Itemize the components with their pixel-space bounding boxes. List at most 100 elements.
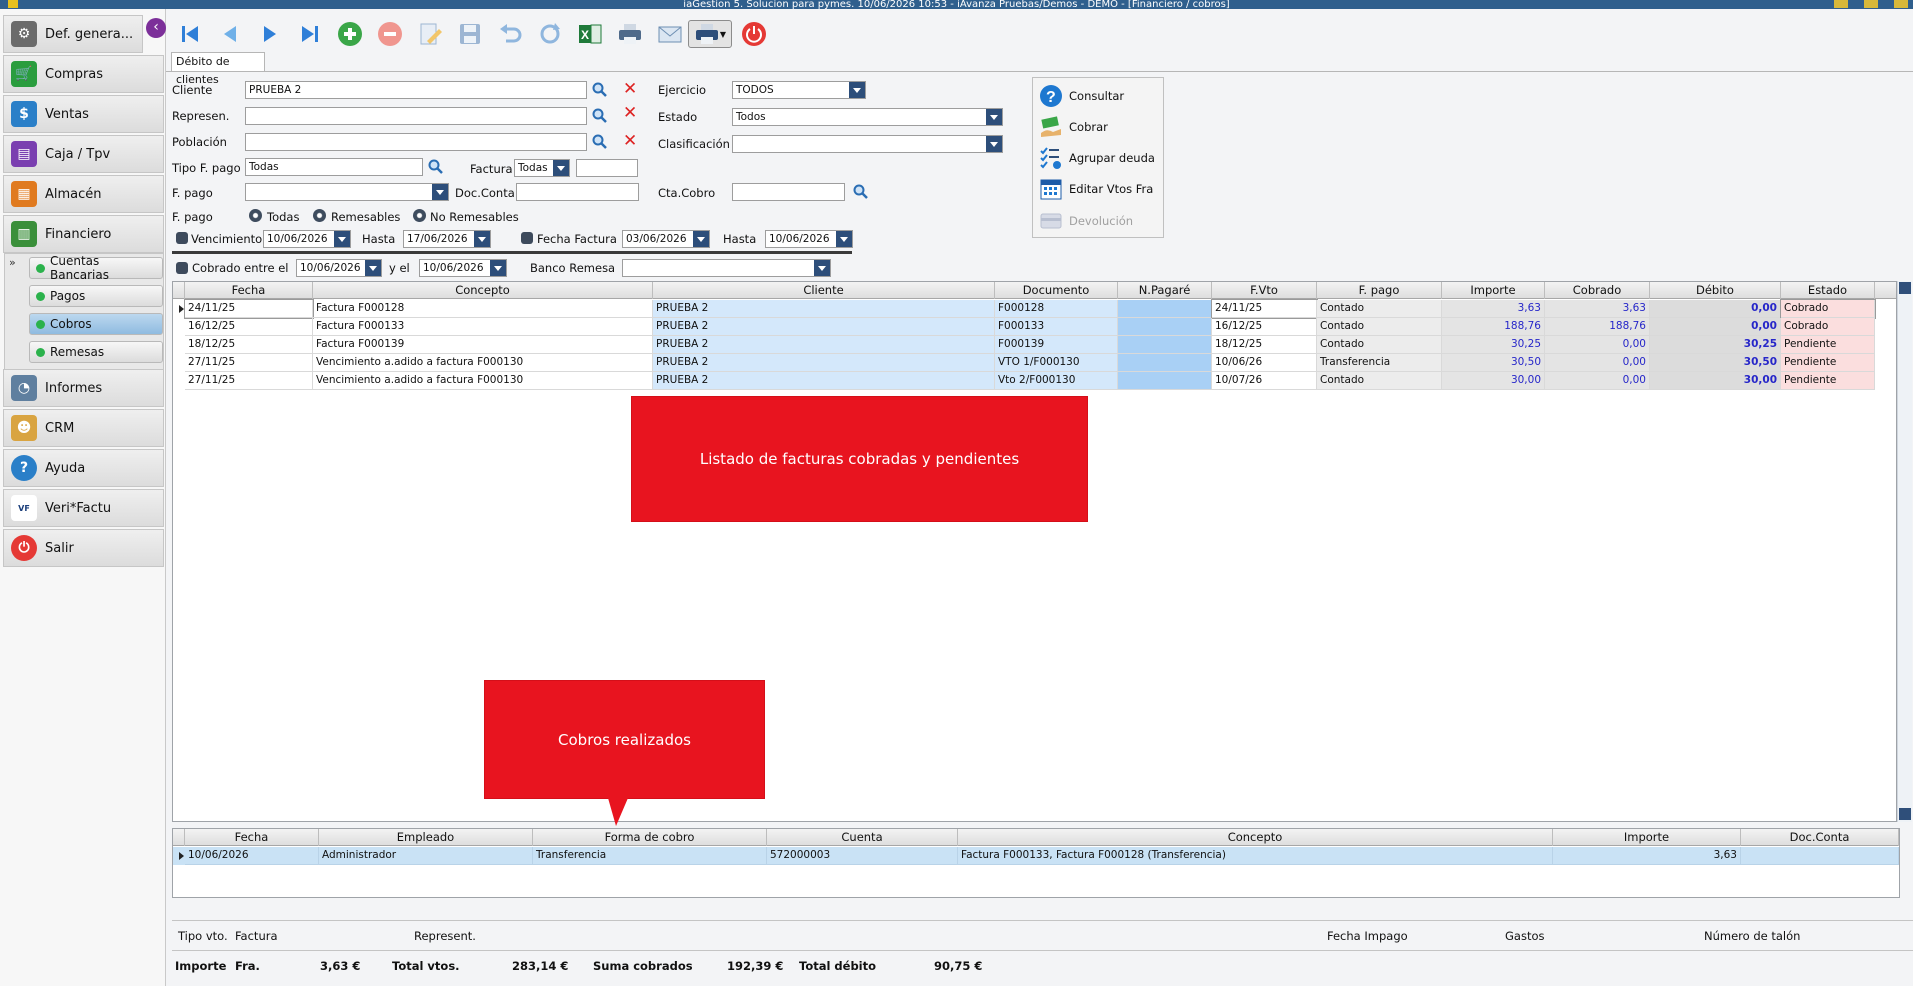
tab-debito-clientes[interactable]: Débito de clientes (171, 52, 265, 86)
invoices-grid[interactable]: Fecha Concepto Cliente Documento N.Pagar… (172, 281, 1897, 822)
col-header-concepto[interactable]: Concepto (313, 282, 653, 299)
poblacion-input[interactable] (245, 133, 587, 151)
print-options-button[interactable]: ▼ (688, 20, 732, 48)
undo-button[interactable] (496, 20, 524, 48)
clear-icon[interactable]: ✕ (623, 105, 637, 122)
agrupar-deuda-button[interactable]: Agrupar deuda (1038, 145, 1160, 171)
col-header-cobrado[interactable]: Cobrado (1545, 282, 1650, 299)
table-row[interactable]: 27/11/25 Vencimiento a.adido a factura F0… (173, 354, 1896, 372)
table-row[interactable]: 27/11/25 Vencimiento a.adido a factura F0… (173, 372, 1896, 390)
col-header-npagare[interactable]: N.Pagaré (1118, 282, 1212, 299)
sidebar-item-financiero[interactable]: ▥ Financiero (3, 215, 164, 253)
last-record-button[interactable] (296, 20, 324, 48)
cta-cobro-input[interactable] (732, 183, 845, 201)
submenu-item-remesas[interactable]: Remesas (29, 341, 163, 363)
col-header-cuenta[interactable]: Cuenta (767, 829, 958, 846)
banco-remesa-select[interactable] (622, 259, 831, 277)
payments-grid[interactable]: Fecha Empleado Forma de cobro Cuenta Con… (172, 828, 1900, 898)
add-button[interactable] (336, 20, 364, 48)
cobrado-from-input[interactable]: 10/06/2026 (296, 259, 382, 277)
estado-select[interactable]: Todos (732, 108, 1003, 126)
col-header-importe[interactable]: Importe (1553, 829, 1741, 846)
radio-remesables[interactable] (313, 209, 326, 222)
cobrado-checkbox[interactable] (176, 262, 188, 274)
search-icon[interactable] (853, 184, 869, 200)
cobrar-button[interactable]: Cobrar (1038, 114, 1160, 140)
table-row[interactable]: 10/06/2026 Administrador Transferencia 5… (173, 847, 1899, 865)
fecha-factura-checkbox[interactable] (521, 232, 533, 244)
submenu-item-cuentas-bancarias[interactable]: Cuentas Bancarias (29, 254, 163, 282)
ejercicio-select[interactable]: TODOS (732, 81, 866, 99)
col-header-fvto[interactable]: F.Vto (1212, 282, 1317, 299)
refresh-button[interactable] (536, 20, 564, 48)
factura-number-input[interactable] (576, 159, 638, 177)
consultar-button[interactable]: ? Consultar (1038, 83, 1160, 109)
chevron-down-icon[interactable]: » (9, 256, 16, 269)
fecha-factura-from-input[interactable]: 03/06/2026 (622, 230, 710, 248)
col-header-cliente[interactable]: Cliente (653, 282, 995, 299)
sidebar-item-almacen[interactable]: ▦ Almacén (3, 175, 164, 213)
editar-vtos-button[interactable]: Editar Vtos Fra (1038, 176, 1160, 202)
sidebar-item-caja[interactable]: ▤ Caja / Tpv (3, 135, 164, 173)
vencimiento-to-input[interactable]: 17/06/2026 (403, 230, 491, 248)
col-header-concepto[interactable]: Concepto (958, 829, 1553, 846)
col-header-fecha[interactable]: Fecha (185, 282, 313, 299)
search-icon[interactable] (592, 134, 608, 150)
first-record-button[interactable] (176, 20, 204, 48)
col-header-importe[interactable]: Importe (1442, 282, 1545, 299)
close-window-button[interactable] (1894, 0, 1908, 8)
sidebar-item-ayuda[interactable]: ? Ayuda (3, 449, 164, 487)
submenu-item-cobros[interactable]: Cobros (29, 313, 163, 335)
fecha-factura-to-input[interactable]: 10/06/2026 (765, 230, 853, 248)
col-header-estado[interactable]: Estado (1781, 282, 1875, 299)
delete-button[interactable] (376, 20, 404, 48)
scroll-up-icon[interactable] (1899, 282, 1911, 294)
clear-icon[interactable]: ✕ (623, 133, 637, 150)
col-header-fecha[interactable]: Fecha (185, 829, 319, 846)
search-icon[interactable] (428, 159, 444, 175)
clear-icon[interactable]: ✕ (623, 81, 637, 98)
edit-button[interactable] (416, 20, 444, 48)
invoices-scrollbar[interactable] (1897, 281, 1912, 822)
collapse-sidebar-button[interactable]: ‹ (146, 18, 166, 38)
represen-input[interactable] (245, 107, 587, 125)
exit-button[interactable] (740, 20, 768, 48)
col-header-debito[interactable]: Débito (1650, 282, 1781, 299)
table-row[interactable]: 16/12/25 Factura F000133 PRUEBA 2 F000133 16… (173, 318, 1896, 336)
devolucion-button[interactable]: Devolución (1038, 208, 1160, 234)
radio-no-remesables[interactable] (413, 209, 426, 222)
sidebar-item-verifactu[interactable]: VF Veri*Factu (3, 489, 164, 527)
sidebar-item-informes[interactable]: ◔ Informes (3, 369, 164, 407)
sidebar-item-ventas[interactable]: $ Ventas (3, 95, 164, 133)
fpago-select[interactable] (245, 183, 449, 201)
email-button[interactable] (656, 20, 684, 48)
col-header-docconta[interactable]: Doc.Conta (1741, 829, 1899, 846)
vencimiento-checkbox[interactable] (176, 232, 188, 244)
col-header-documento[interactable]: Documento (995, 282, 1118, 299)
sidebar-item-salir[interactable]: ⏻ Salir (3, 529, 164, 567)
cobrado-to-input[interactable]: 10/06/2026 (419, 259, 507, 277)
scroll-down-icon[interactable] (1899, 808, 1911, 820)
factura-select[interactable]: Todas (514, 159, 570, 177)
cliente-input[interactable]: PRUEBA 2 (245, 81, 587, 99)
print-button[interactable] (616, 20, 644, 48)
maximize-button[interactable] (1864, 0, 1878, 8)
col-header-fpago[interactable]: F. pago (1317, 282, 1442, 299)
submenu-item-pagos[interactable]: Pagos (29, 285, 163, 307)
sidebar-item-compras[interactable]: 🛒 Compras (3, 55, 164, 93)
sidebar-item-def-general[interactable]: ⚙ Def. genera... (3, 15, 143, 53)
table-row[interactable]: 24/11/25 Factura F000128 PRUEBA 2 F000128 24… (173, 299, 1896, 319)
docconta-input[interactable] (516, 183, 639, 201)
col-header-forma-cobro[interactable]: Forma de cobro (533, 829, 767, 846)
next-record-button[interactable] (256, 20, 284, 48)
radio-todas[interactable] (249, 209, 262, 222)
table-row[interactable]: 18/12/25 Factura F000139 PRUEBA 2 F000139 18… (173, 336, 1896, 354)
sidebar-item-crm[interactable]: ☻ CRM (3, 409, 164, 447)
previous-record-button[interactable] (216, 20, 244, 48)
tipo-fpago-input[interactable]: Todas (245, 158, 423, 176)
search-icon[interactable] (592, 108, 608, 124)
clasificacion-select[interactable] (732, 135, 1003, 153)
export-excel-button[interactable]: X (576, 20, 604, 48)
col-header-empleado[interactable]: Empleado (319, 829, 533, 846)
search-icon[interactable] (592, 82, 608, 98)
